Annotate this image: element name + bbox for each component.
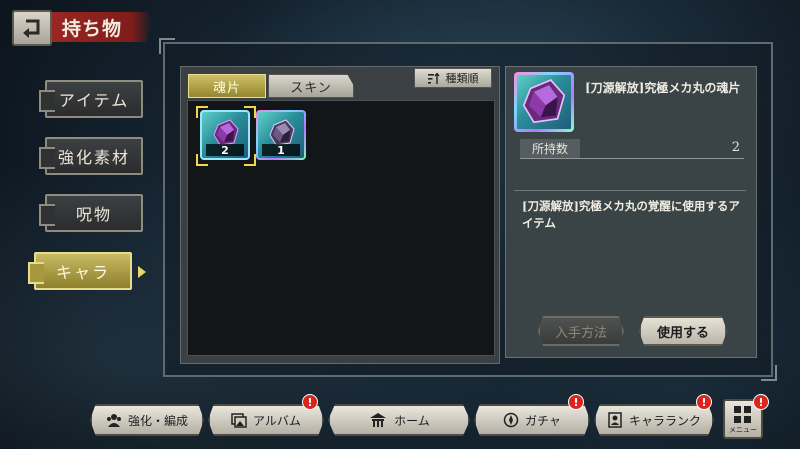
- selection-corner: [244, 154, 256, 166]
- nav-home[interactable]: ホーム: [328, 404, 470, 436]
- sort-label: 種類順: [445, 72, 479, 85]
- divider: [514, 190, 746, 191]
- soul-shard-icon: [522, 79, 566, 124]
- notification-badge: !: [753, 394, 769, 410]
- nav-label: キャラランク: [628, 413, 701, 428]
- nav-label: アルバム: [253, 413, 301, 428]
- item-count: 2: [206, 144, 244, 157]
- owned-count-value: 2: [731, 140, 740, 155]
- sort-button[interactable]: 種類順: [414, 68, 492, 88]
- grid-menu-icon: [734, 406, 751, 423]
- owned-count-label: 所持数: [520, 139, 580, 158]
- item-count: 1: [262, 144, 300, 157]
- how-to-get-button[interactable]: 入手方法: [538, 316, 624, 346]
- owned-count-row: 所持数 2: [520, 139, 744, 159]
- notification-badge: !: [696, 394, 712, 410]
- nav-character-rank[interactable]: キャラランク: [594, 404, 714, 436]
- back-button[interactable]: [12, 10, 52, 46]
- notification-badge: !: [568, 394, 584, 410]
- active-tab-arrow-icon: [138, 266, 146, 278]
- side-tab-cursed-objects[interactable]: 呪物: [39, 194, 143, 232]
- nav-label: 強化・編成: [127, 413, 188, 428]
- gacha-icon: [503, 412, 519, 428]
- nav-enhance-formation[interactable]: 強化・編成: [90, 404, 204, 436]
- detail-item-name: [刀源解放]究極メカ丸の魂片: [585, 81, 741, 95]
- rank-icon: [608, 412, 622, 428]
- sub-tab-skins[interactable]: スキン: [268, 74, 354, 98]
- nav-label: ガチャ: [525, 413, 561, 428]
- side-tab-materials[interactable]: 強化素材: [39, 137, 143, 175]
- notification-badge: !: [302, 394, 318, 410]
- menu-label: メニュー: [729, 426, 757, 434]
- selection-corner: [196, 154, 208, 166]
- use-button[interactable]: 使用する: [639, 316, 727, 346]
- sort-icon: [427, 72, 440, 84]
- selection-corner: [244, 106, 256, 118]
- nav-label: ホーム: [394, 413, 430, 428]
- album-icon: [231, 413, 247, 428]
- selection-corner: [196, 106, 208, 118]
- side-tab-items[interactable]: アイテム: [39, 80, 143, 118]
- item-slot-2[interactable]: 1: [256, 110, 306, 160]
- team-icon: [106, 414, 121, 427]
- sub-tab-soul-shards[interactable]: 魂片: [188, 74, 266, 98]
- side-tab-characters[interactable]: キャラ: [28, 252, 132, 290]
- home-icon: [370, 413, 387, 427]
- detail-item-image: [514, 72, 574, 132]
- back-arrow-icon: [23, 19, 40, 38]
- page-title: 持ち物: [62, 18, 123, 40]
- detail-description: [刀源解放]究極メカ丸の覚醒に使用するアイテム: [522, 199, 740, 230]
